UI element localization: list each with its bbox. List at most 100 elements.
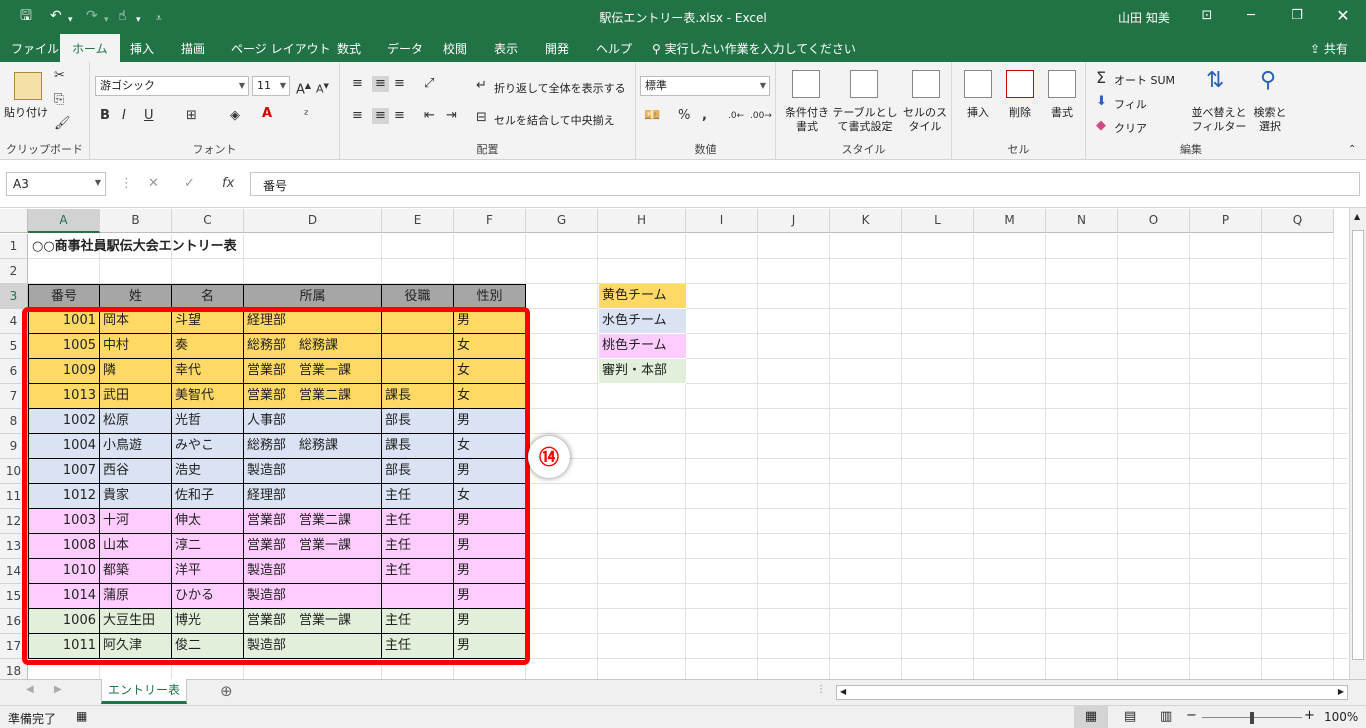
add-sheet-icon[interactable]: ⊕ (220, 682, 233, 700)
autosum-button[interactable]: オート SUM (1114, 72, 1175, 88)
tab-page-layout[interactable]: ページ レイアウト (231, 40, 331, 57)
insert-cells-icon[interactable] (964, 70, 992, 98)
zoom-in-icon[interactable]: + (1304, 708, 1315, 723)
align-middle-icon[interactable]: ≡ (372, 76, 389, 92)
cut-icon[interactable]: ✂ (54, 68, 65, 84)
copy-icon[interactable]: ⎘ (54, 92, 64, 108)
number-format-select[interactable]: 標準 ▼ (640, 76, 770, 96)
currency-icon[interactable]: 💴 (644, 108, 660, 124)
share-button[interactable]: ⇪ 共有 (1310, 40, 1348, 57)
format-as-table-icon[interactable] (850, 70, 878, 98)
vertical-scrollbar[interactable]: ▲ (1349, 208, 1366, 679)
column-header-n[interactable]: N (1046, 209, 1118, 233)
horizontal-scrollbar[interactable]: ◀ ▶ (836, 685, 1348, 700)
column-header-i[interactable]: I (686, 209, 758, 233)
find-select-button[interactable]: 検索と選択 (1250, 106, 1290, 134)
borders-icon[interactable]: ⊞ (186, 108, 197, 124)
underline-button[interactable]: U (144, 108, 154, 124)
align-top-icon[interactable]: ≡ (352, 76, 363, 92)
minimize-icon[interactable]: ─ (1240, 6, 1262, 26)
merge-center-button[interactable]: セルを結合して中央揃え (494, 112, 615, 128)
tab-formulas[interactable]: 数式 (337, 40, 361, 57)
zoom-out-icon[interactable]: − (1186, 708, 1197, 723)
align-left-icon[interactable]: ≡ (352, 108, 363, 124)
tab-review[interactable]: 校閲 (443, 40, 467, 57)
legend-cell-yellow[interactable]: 黄色チーム (599, 284, 686, 309)
sort-filter-button[interactable]: 並べ替えとフィルター (1190, 106, 1248, 134)
scroll-left-icon[interactable]: ◀ (840, 687, 846, 696)
formula-input[interactable]: 番号 (250, 172, 1360, 196)
percent-icon[interactable]: % (678, 108, 690, 124)
decrease-decimal-icon[interactable]: .00→ (750, 108, 772, 124)
conditional-format-button[interactable]: 条件付き書式 (780, 106, 834, 134)
clear-button[interactable]: クリア (1114, 120, 1147, 136)
table-header-cell[interactable]: 姓 (100, 284, 172, 309)
format-as-table-button[interactable]: テーブルとして書式設定 (832, 106, 898, 134)
align-right-icon[interactable]: ≡ (394, 108, 405, 124)
paste-button[interactable]: 貼り付け (4, 106, 48, 120)
insert-function-icon[interactable]: fx (222, 176, 234, 191)
tell-me-box[interactable]: ⚲ 実行したい作業を入力してください (652, 40, 856, 57)
column-header-b[interactable]: B (100, 209, 172, 233)
autosum-icon[interactable]: Σ (1096, 70, 1106, 86)
phonetic-icon[interactable]: ᶻ (304, 108, 309, 124)
merge-icon[interactable]: ⊟ (476, 110, 487, 126)
column-header-e[interactable]: E (382, 209, 454, 233)
column-header-p[interactable]: P (1190, 209, 1262, 233)
restore-icon[interactable]: ❐ (1286, 6, 1308, 26)
italic-button[interactable]: I (122, 108, 126, 124)
ribbon-display-icon[interactable]: ⊡ (1196, 6, 1218, 26)
page-layout-icon[interactable]: ▤ (1124, 709, 1136, 724)
tab-help[interactable]: ヘルプ (596, 40, 632, 57)
decrease-indent-icon[interactable]: ⇤ (424, 108, 435, 124)
page-break-icon[interactable]: ▥ (1160, 709, 1172, 724)
grow-font-icon[interactable]: A▲ (296, 78, 311, 98)
delete-cells-button[interactable]: 削除 (1000, 106, 1040, 120)
worksheet-grid[interactable]: ABCDEFGHIJKLMNOPQ 1 2 3 4 5 6 7 8 9 10 11 12 13 14 15 1… (0, 208, 1366, 679)
cell-styles-button[interactable]: セルのスタイル (900, 106, 950, 134)
tab-draw[interactable]: 描画 (181, 40, 205, 57)
select-all-button[interactable] (0, 209, 28, 233)
column-header-m[interactable]: M (974, 209, 1046, 233)
shrink-font-icon[interactable]: A▼ (316, 78, 329, 98)
column-header-c[interactable]: C (172, 209, 244, 233)
font-size-select[interactable]: 11 ▼ (252, 76, 290, 96)
font-color-icon[interactable]: A (262, 106, 272, 122)
close-icon[interactable]: ✕ (1332, 6, 1354, 26)
find-select-icon[interactable]: ⚲ (1260, 68, 1276, 94)
column-header-d[interactable]: D (244, 209, 382, 233)
table-header-cell[interactable]: 名 (172, 284, 244, 309)
enter-icon[interactable]: ✓ (184, 176, 195, 191)
fill-button[interactable]: フィル (1114, 96, 1147, 112)
scroll-right-icon[interactable]: ▶ (1338, 687, 1344, 696)
column-header-f[interactable]: F (454, 209, 526, 233)
wrap-text-button[interactable]: 折り返して全体を表示する (494, 80, 626, 96)
column-header-k[interactable]: K (830, 209, 902, 233)
column-header-o[interactable]: O (1118, 209, 1190, 233)
increase-indent-icon[interactable]: ⇥ (446, 108, 457, 124)
name-box[interactable]: A3 ▼ (6, 172, 106, 196)
legend-cell-green[interactable]: 審判・本部 (599, 359, 686, 384)
splitter-icon[interactable]: ⋮ (816, 684, 826, 695)
user-name[interactable]: 山田 知美 (1118, 9, 1170, 26)
sort-filter-icon[interactable]: ⇅ (1206, 68, 1224, 94)
clear-icon[interactable]: ◆ (1096, 118, 1106, 134)
legend-cell-pink[interactable]: 桃色チーム (599, 334, 686, 359)
align-bottom-icon[interactable]: ≡ (394, 76, 405, 92)
column-header-j[interactable]: J (758, 209, 830, 233)
table-header-cell[interactable]: 番号 (28, 284, 100, 309)
tab-developer[interactable]: 開発 (545, 40, 569, 57)
row-header-3[interactable]: 3 (0, 284, 28, 309)
cell-styles-icon[interactable] (912, 70, 940, 98)
macro-record-icon[interactable]: ▦ (76, 709, 87, 723)
row-header-1[interactable]: 1 (0, 234, 28, 259)
zoom-level[interactable]: 100% (1324, 710, 1358, 724)
align-center-icon[interactable]: ≡ (372, 108, 389, 124)
format-cells-button[interactable]: 書式 (1042, 106, 1082, 120)
fill-color-icon[interactable]: ◈ (230, 108, 240, 124)
column-header-q[interactable]: Q (1262, 209, 1334, 233)
tab-data[interactable]: データ (387, 40, 423, 57)
sheet-title-cell[interactable]: ○○商事社員駅伝大会エントリー表 (32, 235, 237, 259)
prev-sheet-icon[interactable]: ◀ (26, 684, 34, 695)
table-header-cell[interactable]: 性別 (454, 284, 526, 309)
